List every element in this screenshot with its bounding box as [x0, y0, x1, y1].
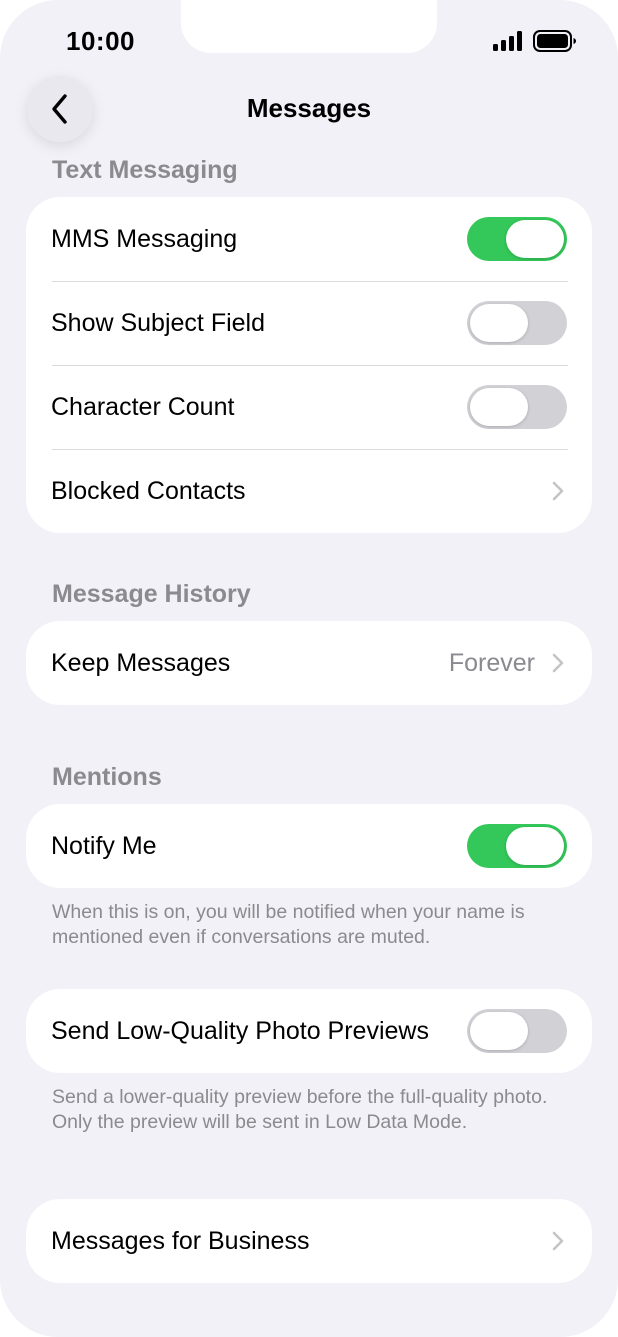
phone-screen: 10:00 Messages Text Messaging MMS Messag…: [0, 0, 618, 1337]
notify-me-label: Notify Me: [51, 831, 157, 860]
toggle-knob: [470, 304, 528, 342]
mms-messaging-label: MMS Messaging: [51, 224, 238, 253]
mms-messaging-row: MMS Messaging: [26, 197, 592, 281]
keep-messages-row[interactable]: Keep Messages Forever: [26, 621, 592, 705]
low-quality-previews-row: Send Low-Quality Photo Previews: [26, 989, 592, 1073]
page-title: Messages: [246, 93, 372, 123]
show-subject-field-label: Show Subject Field: [51, 308, 266, 337]
business-group: Messages for Business: [26, 1199, 592, 1283]
messages-for-business-label: Messages for Business: [51, 1226, 310, 1255]
mms-messaging-toggle[interactable]: [467, 217, 567, 261]
toggle-knob: [470, 388, 528, 426]
notify-me-row: Notify Me: [26, 804, 592, 888]
toggle-knob: [506, 220, 564, 258]
message-history-group: Keep Messages Forever: [26, 621, 592, 705]
character-count-toggle[interactable]: [467, 385, 567, 429]
chevron-right-icon: [552, 481, 564, 501]
blocked-contacts-label: Blocked Contacts: [51, 476, 246, 505]
text-messaging-group: MMS Messaging Show Subject Field Charact…: [26, 197, 592, 533]
mentions-group: Notify Me: [26, 804, 592, 888]
chevron-right-icon: [552, 1231, 564, 1251]
section-header-mentions: Mentions: [52, 763, 162, 791]
show-subject-field-row: Show Subject Field: [26, 281, 592, 365]
dynamic-island: [181, 0, 437, 53]
low-quality-footer-text: Send a lower-quality preview before the …: [52, 1086, 548, 1133]
section-header-text-messaging: Text Messaging: [52, 156, 238, 184]
keep-messages-label: Keep Messages: [51, 648, 231, 677]
blocked-contacts-row[interactable]: Blocked Contacts: [26, 449, 592, 533]
mentions-footer-text: When this is on, you will be notified wh…: [52, 901, 525, 948]
messages-for-business-row[interactable]: Messages for Business: [26, 1199, 592, 1283]
low-quality-previews-label: Send Low-Quality Photo Previews: [51, 1016, 429, 1045]
battery-icon: [533, 30, 576, 52]
toggle-knob: [506, 827, 564, 865]
show-subject-field-toggle[interactable]: [467, 301, 567, 345]
low-quality-group: Send Low-Quality Photo Previews: [26, 989, 592, 1073]
cellular-signal-icon: [493, 31, 522, 51]
chevron-right-icon: [552, 653, 564, 673]
toggle-knob: [470, 1012, 528, 1050]
notify-me-toggle[interactable]: [467, 824, 567, 868]
section-header-message-history: Message History: [52, 580, 251, 608]
status-time: 10:00: [66, 26, 135, 56]
keep-messages-value: Forever: [448, 648, 535, 677]
character-count-row: Character Count: [26, 365, 592, 449]
low-quality-previews-toggle[interactable]: [467, 1009, 567, 1053]
character-count-label: Character Count: [51, 392, 235, 421]
